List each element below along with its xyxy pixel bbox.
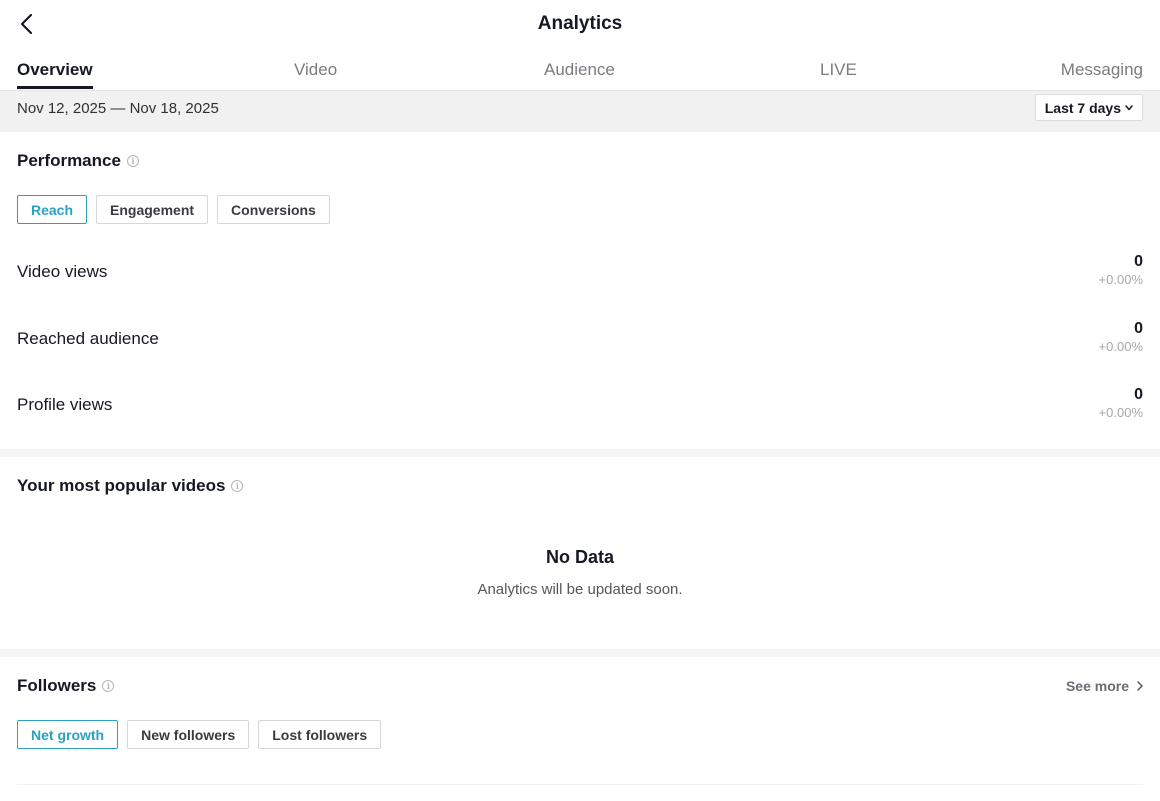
info-icon[interactable]: i	[231, 480, 244, 492]
performance-title: Performance i	[17, 151, 139, 171]
chevron-down-icon	[1125, 104, 1133, 110]
tab-overview[interactable]: Overview	[17, 60, 93, 89]
performance-chips: Reach Engagement Conversions	[17, 195, 330, 224]
tab-audience[interactable]: Audience	[544, 60, 615, 89]
analytics-page: Analytics Overview Video Audience LIVE M…	[0, 0, 1160, 801]
section-divider	[0, 649, 1160, 657]
header: Analytics	[0, 0, 1160, 50]
popular-videos-title: Your most popular videos i	[17, 476, 244, 496]
metric-change: +0.00%	[1098, 339, 1143, 354]
metric-video-views: Video views 0 +0.00%	[17, 253, 1143, 293]
tab-live[interactable]: LIVE	[820, 60, 857, 89]
metric-value: 0	[1134, 253, 1143, 270]
metric-profile-views: Profile views 0 +0.00%	[17, 386, 1143, 426]
performance-section: Performance i Reach Engagement Conversio…	[0, 132, 1160, 449]
followers-title-text: Followers	[17, 676, 97, 695]
tab-video[interactable]: Video	[294, 60, 337, 89]
date-range-select-label: Last 7 days	[1044, 99, 1121, 116]
metric-value: 0	[1134, 320, 1143, 337]
page-title: Analytics	[537, 13, 623, 34]
info-icon[interactable]: i	[102, 680, 115, 692]
metric-label: Video views	[17, 262, 108, 281]
metric-reached-audience: Reached audience 0 +0.00%	[17, 320, 1143, 360]
chip-lost-followers[interactable]: Lost followers	[258, 720, 382, 749]
divider	[17, 784, 1143, 785]
tab-messaging[interactable]: Messaging	[1061, 60, 1143, 89]
chevron-right-icon	[1137, 681, 1143, 691]
metric-label: Profile views	[17, 395, 113, 414]
followers-chips: Net growth New followers Lost followers	[17, 720, 382, 749]
see-more-link[interactable]: See more	[1066, 678, 1143, 694]
section-divider	[0, 449, 1160, 457]
empty-state-subtitle: Analytics will be updated soon.	[477, 581, 683, 598]
empty-state-title: No Data	[545, 547, 614, 567]
chip-net-growth[interactable]: Net growth	[17, 720, 119, 749]
metric-change: +0.00%	[1098, 272, 1143, 287]
metric-label: Reached audience	[17, 329, 159, 348]
see-more-label: See more	[1065, 678, 1129, 694]
tab-bar: Overview Video Audience LIVE Messaging	[0, 50, 1160, 91]
date-range-select[interactable]: Last 7 days	[1034, 94, 1143, 121]
popular-videos-title-text: Your most popular videos	[17, 476, 226, 495]
followers-section: Followers i See more Net growth New foll…	[0, 657, 1160, 792]
metric-change: +0.00%	[1098, 405, 1143, 420]
chip-new-followers[interactable]: New followers	[127, 720, 250, 749]
performance-title-text: Performance	[17, 151, 121, 170]
date-range: Nov 12, 2025 — Nov 18, 2025	[17, 100, 219, 117]
metric-value: 0	[1134, 386, 1143, 403]
info-icon[interactable]: i	[126, 155, 139, 167]
popular-videos-section: Your most popular videos i No Data Analy…	[0, 457, 1160, 649]
chip-engagement[interactable]: Engagement	[96, 195, 209, 224]
chip-reach[interactable]: Reach	[17, 195, 88, 224]
date-bar: Nov 12, 2025 — Nov 18, 2025 Last 7 days	[0, 91, 1160, 132]
chip-conversions[interactable]: Conversions	[217, 195, 330, 224]
followers-title: Followers i	[17, 676, 115, 696]
